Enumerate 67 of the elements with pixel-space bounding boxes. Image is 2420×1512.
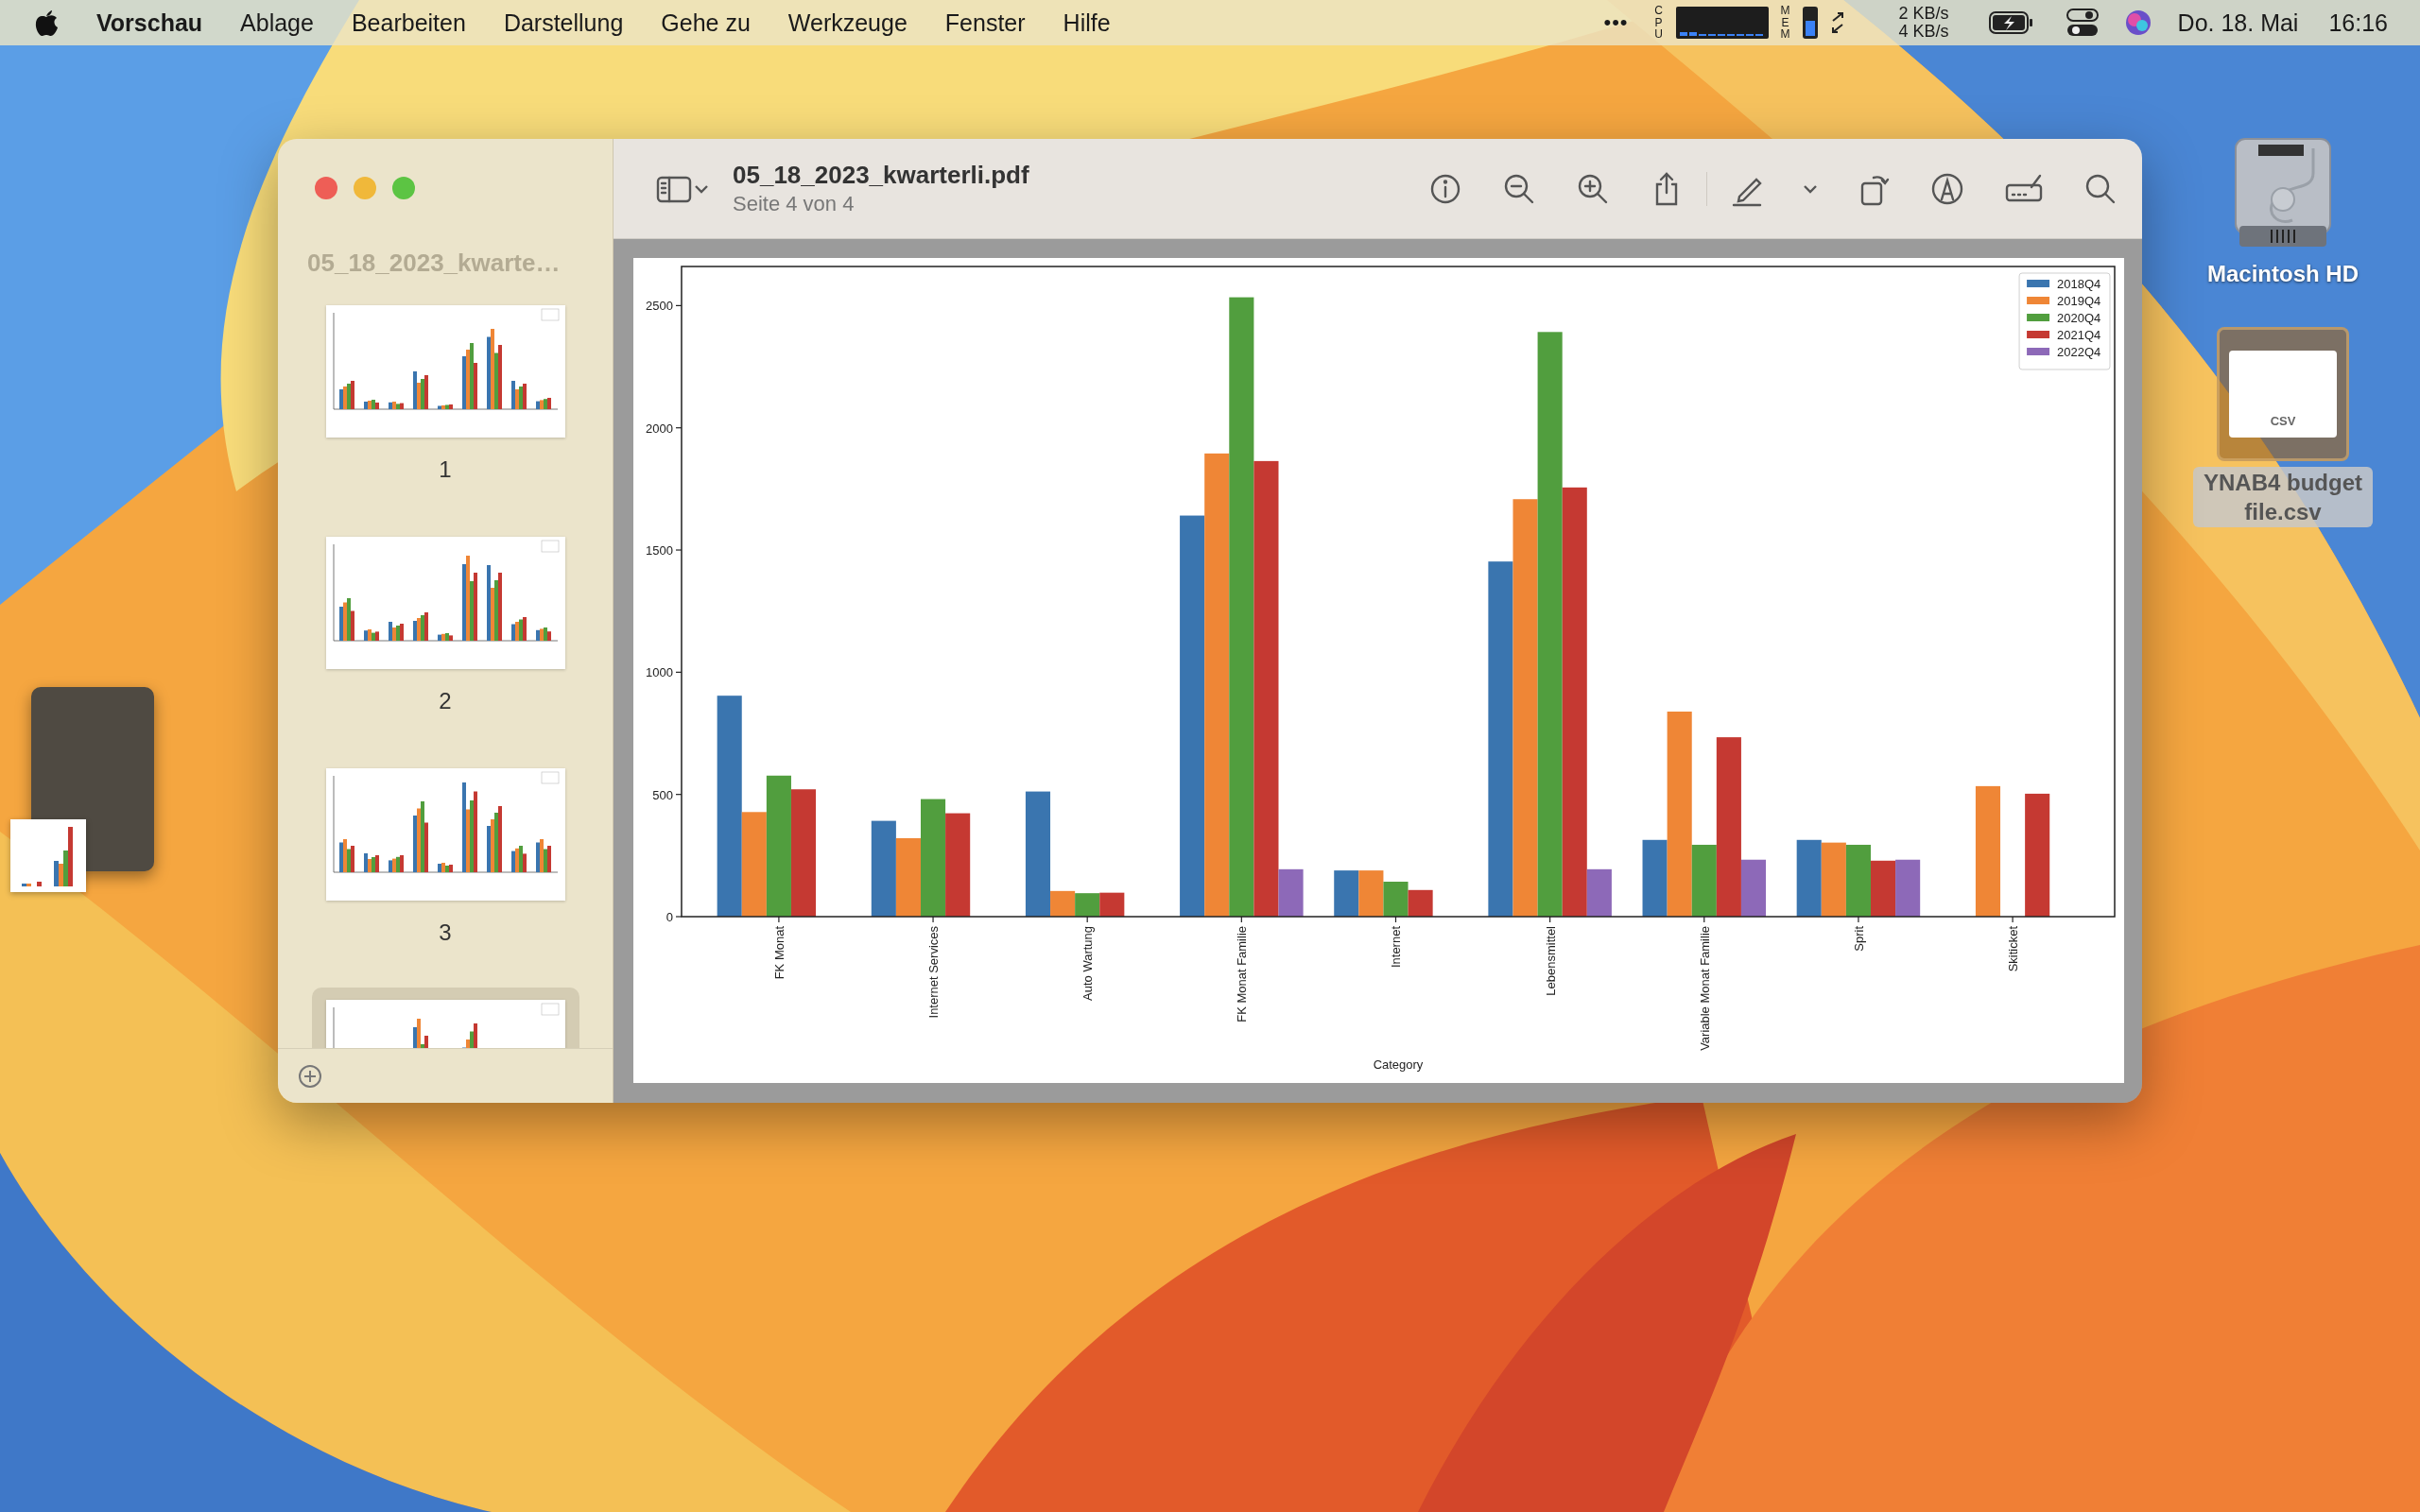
menu-item[interactable]: Gehe zu: [661, 9, 751, 37]
page-item[interactable]: 1: [311, 293, 579, 495]
y-tick-label: 1000: [646, 665, 673, 680]
y-tick-label: 2000: [646, 421, 673, 436]
legend-label: 2020Q4: [2057, 311, 2101, 325]
page-number: 2: [439, 688, 452, 714]
menu-item[interactable]: Bearbeiten: [351, 9, 466, 37]
sidebar-title: 05_18_2023_kwarte…: [306, 248, 562, 278]
memory-meter[interactable]: [1802, 7, 1818, 39]
close-button[interactable]: [315, 177, 337, 199]
legend-label: 2018Q4: [2057, 277, 2101, 291]
battery-icon[interactable]: [1988, 11, 2034, 34]
cpu-label: CPU: [1653, 5, 1664, 41]
category-label: Variable Monat Familie: [1697, 926, 1712, 1051]
bar: [1358, 870, 1384, 917]
bar: [1334, 870, 1359, 917]
page-item[interactable]: 2: [311, 524, 579, 727]
desktop-icon-label[interactable]: Macintosh HD: [2200, 258, 2366, 289]
category-label: Lebensmittel: [1543, 926, 1558, 996]
category-label: FK Monat Familie: [1235, 926, 1250, 1022]
y-tick-label: 500: [652, 787, 673, 802]
app-menu[interactable]: Vorschau: [96, 9, 203, 37]
menu-item[interactable]: Fenster: [944, 9, 1026, 37]
bar: [1099, 892, 1125, 917]
upload-rate: 2 KB/s: [1898, 5, 1949, 23]
bar: [1383, 882, 1409, 917]
siri-icon[interactable]: [2124, 9, 2152, 36]
add-icon[interactable]: [298, 1063, 322, 1089]
download-rate: 4 KB/s: [1898, 23, 1949, 41]
category-label: Internet: [1389, 926, 1404, 969]
more-icon[interactable]: •••: [1603, 10, 1629, 35]
desktop-icon-label[interactable]: YNAB4 budget file.csv: [2193, 467, 2373, 527]
apple-icon[interactable]: [34, 9, 59, 37]
menu-item[interactable]: Ablage: [240, 9, 314, 37]
bar: [1871, 860, 1896, 917]
control-center-icon[interactable]: [2066, 9, 2099, 37]
page-thumbnail[interactable]: [325, 305, 565, 438]
legend-label: 2022Q4: [2057, 345, 2101, 359]
page-thumbnail[interactable]: [325, 768, 565, 901]
cpu-graph[interactable]: [1675, 7, 1769, 39]
mem-label: MEM: [1779, 5, 1791, 41]
page-count: Seite 4 von 4: [733, 192, 856, 216]
menu-item[interactable]: Werkzeuge: [787, 9, 908, 37]
page-number: 1: [439, 456, 452, 483]
legend-label: 2019Q4: [2057, 294, 2101, 308]
category-label: Sprit: [1851, 926, 1866, 952]
menu-date[interactable]: Do. 18. Mai: [2177, 9, 2299, 37]
bar: [1895, 859, 1921, 917]
category-label: Skiticket: [2006, 926, 2021, 972]
x-axis-label: Category: [1373, 1057, 1424, 1072]
csv-file-icon[interactable]: CSV: [2229, 351, 2337, 438]
y-tick-label: 0: [666, 910, 673, 924]
bar: [1075, 893, 1100, 917]
menu-time[interactable]: 16:16: [2328, 9, 2388, 37]
page-number: 3: [439, 919, 452, 946]
category-label: Auto Wartung: [1080, 926, 1096, 1001]
category-label: FK Monat: [771, 926, 786, 980]
menu-item[interactable]: Hilfe: [1063, 9, 1111, 37]
y-tick-label: 2500: [646, 299, 673, 314]
y-tick-label: 1500: [646, 543, 673, 558]
page-item[interactable]: 3: [311, 756, 579, 958]
page-thumbnail[interactable]: [325, 537, 565, 669]
legend-label: 2021Q4: [2057, 328, 2101, 342]
menu-item[interactable]: Darstellung: [503, 9, 624, 37]
window-title: 05_18_2023_kwarterli.pdf: [733, 161, 1029, 190]
category-label: Internet Services: [926, 926, 942, 1019]
file-type-label: CSV: [2270, 414, 2296, 428]
